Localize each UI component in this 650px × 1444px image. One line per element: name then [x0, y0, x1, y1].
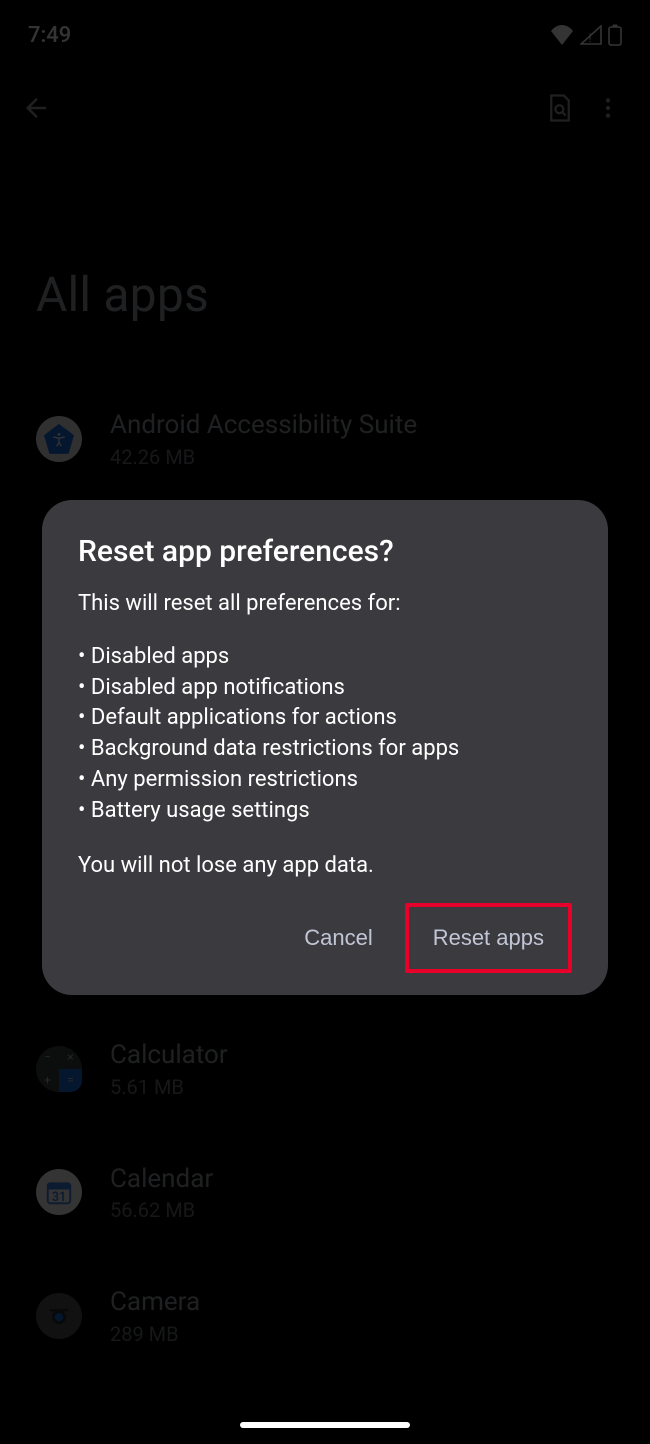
dialog-title: Reset app preferences? — [78, 534, 572, 569]
dialog-bullet: Background data restrictions for apps — [78, 734, 572, 765]
reset-preferences-dialog: Reset app preferences? This will reset a… — [42, 500, 608, 995]
dialog-actions: Cancel Reset apps — [78, 903, 572, 973]
dialog-outro: You will not lose any app data. — [78, 851, 572, 882]
gesture-nav-handle[interactable] — [240, 1422, 410, 1428]
dialog-bullet: Battery usage settings — [78, 796, 572, 827]
dialog-bullet: Disabled app notifications — [78, 673, 572, 704]
reset-apps-button[interactable]: Reset apps — [411, 911, 566, 965]
cancel-button[interactable]: Cancel — [282, 911, 394, 965]
dialog-bullet-list: Disabled apps Disabled app notifications… — [78, 642, 572, 827]
dialog-bullet: Any permission restrictions — [78, 765, 572, 796]
dialog-bullet: Default applications for actions — [78, 703, 572, 734]
dialog-intro: This will reset all preferences for: — [78, 589, 572, 620]
dialog-bullet: Disabled apps — [78, 642, 572, 673]
dialog-scrim[interactable]: Reset app preferences? This will reset a… — [0, 0, 650, 1444]
highlight-annotation: Reset apps — [405, 903, 572, 973]
dialog-body: This will reset all preferences for: Dis… — [78, 589, 572, 881]
